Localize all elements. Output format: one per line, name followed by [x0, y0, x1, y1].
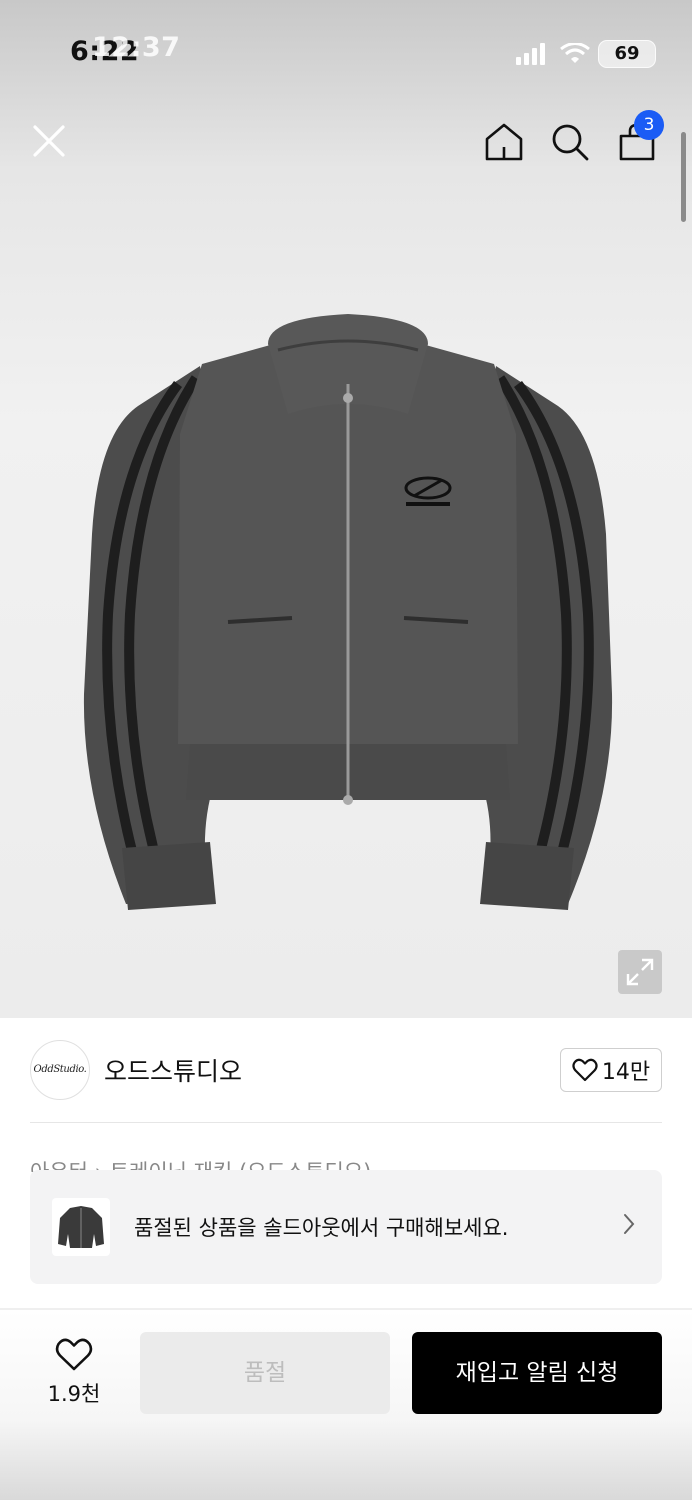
close-icon[interactable]: [32, 124, 66, 158]
brand-name[interactable]: 오드스튜디오: [104, 1052, 242, 1088]
soldout-banner[interactable]: 품절된 상품을 솔드아웃에서 구매해보세요.: [30, 1170, 662, 1284]
status-bar: 6:22 12:37 69: [0, 32, 692, 70]
expand-image-button[interactable]: [618, 950, 662, 994]
brand-row[interactable]: OddStudio. 오드스튜디오 14만: [30, 1040, 662, 1102]
product-image-area: 6:22 12:37 69 3: [0, 0, 692, 1018]
scrollbar[interactable]: [681, 132, 686, 222]
jacket-product-image: [83, 314, 613, 910]
battery-icon: 69: [598, 40, 656, 68]
soldout-banner-message: 품절된 상품을 솔드아웃에서 구매해보세요.: [134, 1216, 509, 1240]
soldout-button[interactable]: 품절: [140, 1332, 390, 1414]
brand-logo[interactable]: OddStudio.: [30, 1040, 90, 1100]
brand-like-button[interactable]: 14만: [560, 1048, 662, 1092]
status-time-overlay: 12:37: [92, 32, 181, 63]
breadcrumb[interactable]: 아우터 › 트레이닝 재킷 (오드스튜디오): [30, 1150, 662, 1172]
wishlist-button[interactable]: 1.9천: [30, 1338, 118, 1408]
expand-icon: [626, 958, 654, 986]
signal-icon: [516, 43, 545, 65]
wishlist-count: 1.9천: [47, 1382, 101, 1406]
chevron-right-icon: [624, 1214, 635, 1234]
battery-level: 69: [614, 43, 640, 64]
top-navigation: 3: [0, 110, 692, 174]
soldout-product-thumbnail: [52, 1198, 110, 1256]
cart-button[interactable]: 3: [618, 110, 664, 162]
search-icon[interactable]: [550, 122, 590, 162]
wifi-icon: [560, 43, 590, 63]
cart-count-badge: 3: [634, 110, 664, 140]
home-icon[interactable]: [484, 122, 524, 162]
heart-icon: [55, 1338, 93, 1371]
bottom-action-bar: 1.9천 품절 재입고 알림 신청: [0, 1310, 692, 1500]
divider: [30, 1122, 662, 1123]
brand-like-count: 14만: [601, 1060, 651, 1085]
restock-alert-button[interactable]: 재입고 알림 신청: [412, 1332, 662, 1414]
heart-icon: [572, 1058, 598, 1082]
